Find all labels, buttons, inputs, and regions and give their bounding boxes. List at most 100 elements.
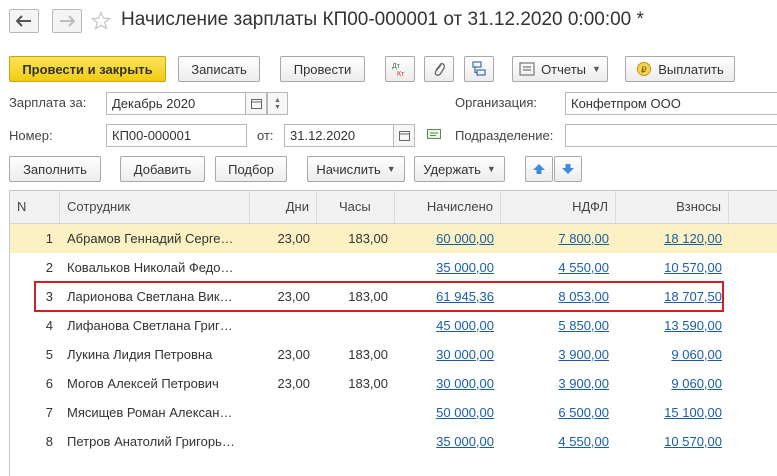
link-contrib[interactable]: 9 060,00 xyxy=(671,347,722,362)
cell-accrued[interactable]: 35 000,00 xyxy=(395,253,501,282)
cell-contrib[interactable]: 18 120,00 xyxy=(616,224,729,253)
link-accrued[interactable]: 30 000,00 xyxy=(436,376,494,391)
add-button[interactable]: Добавить xyxy=(120,156,205,182)
pick-button[interactable]: Подбор xyxy=(215,156,287,182)
cell-hours[interactable] xyxy=(317,253,395,282)
link-ndfl[interactable]: 6 500,00 xyxy=(558,405,609,420)
col-ndfl[interactable]: НДФЛ xyxy=(501,191,616,223)
cell-ndfl[interactable]: 4 550,00 xyxy=(501,253,616,282)
col-days[interactable]: Дни xyxy=(250,191,317,223)
link-ndfl[interactable]: 7 800,00 xyxy=(558,231,609,246)
dt-kt-button[interactable]: Дт Кт xyxy=(385,56,415,82)
period-calendar-button[interactable] xyxy=(245,92,267,115)
table-row[interactable]: 8 Петров Анатолий Григорь… 35 000,00 4 550,… xyxy=(10,427,777,456)
cell-employee[interactable]: Абрамов Геннадий Серге… xyxy=(60,224,250,253)
cell-n[interactable]: 4 xyxy=(10,311,60,340)
link-contrib[interactable]: 13 590,00 xyxy=(664,318,722,333)
cell-accrued[interactable]: 50 000,00 xyxy=(395,398,501,427)
back-button[interactable] xyxy=(9,9,39,33)
pay-button[interactable]: ₽ Выплатить xyxy=(625,56,735,82)
link-ndfl[interactable]: 4 550,00 xyxy=(558,434,609,449)
cell-days[interactable]: 23,00 xyxy=(250,340,317,369)
link-contrib[interactable]: 10 570,00 xyxy=(664,434,722,449)
accrue-button[interactable]: Начислить ▼ xyxy=(307,156,405,182)
structure-button[interactable] xyxy=(464,56,494,82)
cell-employee[interactable]: Петров Анатолий Григорь… xyxy=(60,427,250,456)
post-button[interactable]: Провести xyxy=(280,56,365,82)
cell-days[interactable] xyxy=(250,253,317,282)
cell-hours[interactable]: 183,00 xyxy=(317,224,395,253)
link-ndfl[interactable]: 4 550,00 xyxy=(558,260,609,275)
withhold-button[interactable]: Удержать ▼ xyxy=(414,156,505,182)
cell-n[interactable]: 7 xyxy=(10,398,60,427)
cell-days[interactable] xyxy=(250,311,317,340)
cell-n[interactable]: 5 xyxy=(10,340,60,369)
spin-up-icon[interactable]: ▲ xyxy=(274,97,281,104)
cell-days[interactable]: 23,00 xyxy=(250,369,317,398)
date-calendar-button[interactable] xyxy=(393,124,415,147)
cell-contrib[interactable]: 9 060,00 xyxy=(616,340,729,369)
cell-hours[interactable] xyxy=(317,311,395,340)
link-contrib[interactable]: 15 100,00 xyxy=(664,405,722,420)
cell-hours[interactable]: 183,00 xyxy=(317,369,395,398)
comment-icon[interactable] xyxy=(427,129,442,142)
cell-employee[interactable]: Могов Алексей Петрович xyxy=(60,369,250,398)
cell-contrib[interactable]: 10 570,00 xyxy=(616,253,729,282)
cell-accrued[interactable]: 45 000,00 xyxy=(395,311,501,340)
cell-n[interactable]: 8 xyxy=(10,427,60,456)
date-field[interactable]: 31.12.2020 xyxy=(284,124,394,147)
link-ndfl[interactable]: 5 850,00 xyxy=(558,318,609,333)
cell-ndfl[interactable]: 3 900,00 xyxy=(501,340,616,369)
reports-button[interactable]: Отчеты ▼ xyxy=(512,56,608,82)
cell-n[interactable]: 6 xyxy=(10,369,60,398)
save-button[interactable]: Записать xyxy=(178,56,260,82)
col-accrued[interactable]: Начислено xyxy=(395,191,501,223)
attach-button[interactable] xyxy=(424,56,454,82)
col-employee[interactable]: Сотрудник xyxy=(60,191,250,223)
table-row[interactable]: 5 Лукина Лидия Петровна 23,00 183,00 30 000,… xyxy=(10,340,777,369)
spin-down-icon[interactable]: ▼ xyxy=(274,104,281,111)
col-hours[interactable]: Часы xyxy=(317,191,395,223)
cell-n[interactable]: 2 xyxy=(10,253,60,282)
cell-days[interactable] xyxy=(250,427,317,456)
cell-contrib[interactable]: 13 590,00 xyxy=(616,311,729,340)
cell-contrib[interactable]: 15 100,00 xyxy=(616,398,729,427)
link-contrib[interactable]: 18 120,00 xyxy=(664,231,722,246)
link-contrib[interactable]: 9 060,00 xyxy=(671,376,722,391)
cell-accrued[interactable]: 35 000,00 xyxy=(395,427,501,456)
col-n[interactable]: N xyxy=(10,191,60,223)
fill-button[interactable]: Заполнить xyxy=(9,156,101,182)
cell-ndfl[interactable]: 4 550,00 xyxy=(501,427,616,456)
cell-accrued[interactable]: 30 000,00 xyxy=(395,340,501,369)
col-contributions[interactable]: Взносы xyxy=(616,191,729,223)
number-field[interactable]: КП00-000001 xyxy=(106,124,247,147)
division-field[interactable] xyxy=(565,124,777,147)
link-accrued[interactable]: 50 000,00 xyxy=(436,405,494,420)
cell-ndfl[interactable]: 7 800,00 xyxy=(501,224,616,253)
cell-n[interactable]: 1 xyxy=(10,224,60,253)
cell-ndfl[interactable]: 5 850,00 xyxy=(501,311,616,340)
cell-accrued[interactable]: 60 000,00 xyxy=(395,224,501,253)
salary-period-field[interactable]: Декабрь 2020 xyxy=(106,92,246,115)
cell-days[interactable] xyxy=(250,398,317,427)
cell-employee[interactable]: Ковальков Николай Федо… xyxy=(60,253,250,282)
cell-accrued[interactable]: 30 000,00 xyxy=(395,369,501,398)
table-row[interactable]: 4 Лифанова Светлана Григ… 45 000,00 5 850,0… xyxy=(10,311,777,340)
forward-button[interactable] xyxy=(52,9,82,33)
period-spinner[interactable]: ▲ ▼ xyxy=(267,92,288,115)
cell-hours[interactable]: 183,00 xyxy=(317,340,395,369)
cell-hours[interactable] xyxy=(317,398,395,427)
link-accrued[interactable]: 45 000,00 xyxy=(436,318,494,333)
table-row[interactable]: 6 Могов Алексей Петрович 23,00 183,00 30 000… xyxy=(10,369,777,398)
move-down-button[interactable] xyxy=(554,156,582,182)
cell-employee[interactable]: Мясищев Роман Алексан… xyxy=(60,398,250,427)
cell-employee[interactable]: Лифанова Светлана Григ… xyxy=(60,311,250,340)
cell-ndfl[interactable]: 6 500,00 xyxy=(501,398,616,427)
table-row[interactable]: 1 Абрамов Геннадий Серге… 23,00 183,00 60 00… xyxy=(10,224,777,253)
star-icon[interactable] xyxy=(91,11,111,31)
link-accrued[interactable]: 30 000,00 xyxy=(436,347,494,362)
table-row[interactable]: 7 Мясищев Роман Алексан… 50 000,00 6 500,00… xyxy=(10,398,777,427)
cell-employee[interactable]: Лукина Лидия Петровна xyxy=(60,340,250,369)
link-accrued[interactable]: 35 000,00 xyxy=(436,434,494,449)
link-ndfl[interactable]: 3 900,00 xyxy=(558,347,609,362)
